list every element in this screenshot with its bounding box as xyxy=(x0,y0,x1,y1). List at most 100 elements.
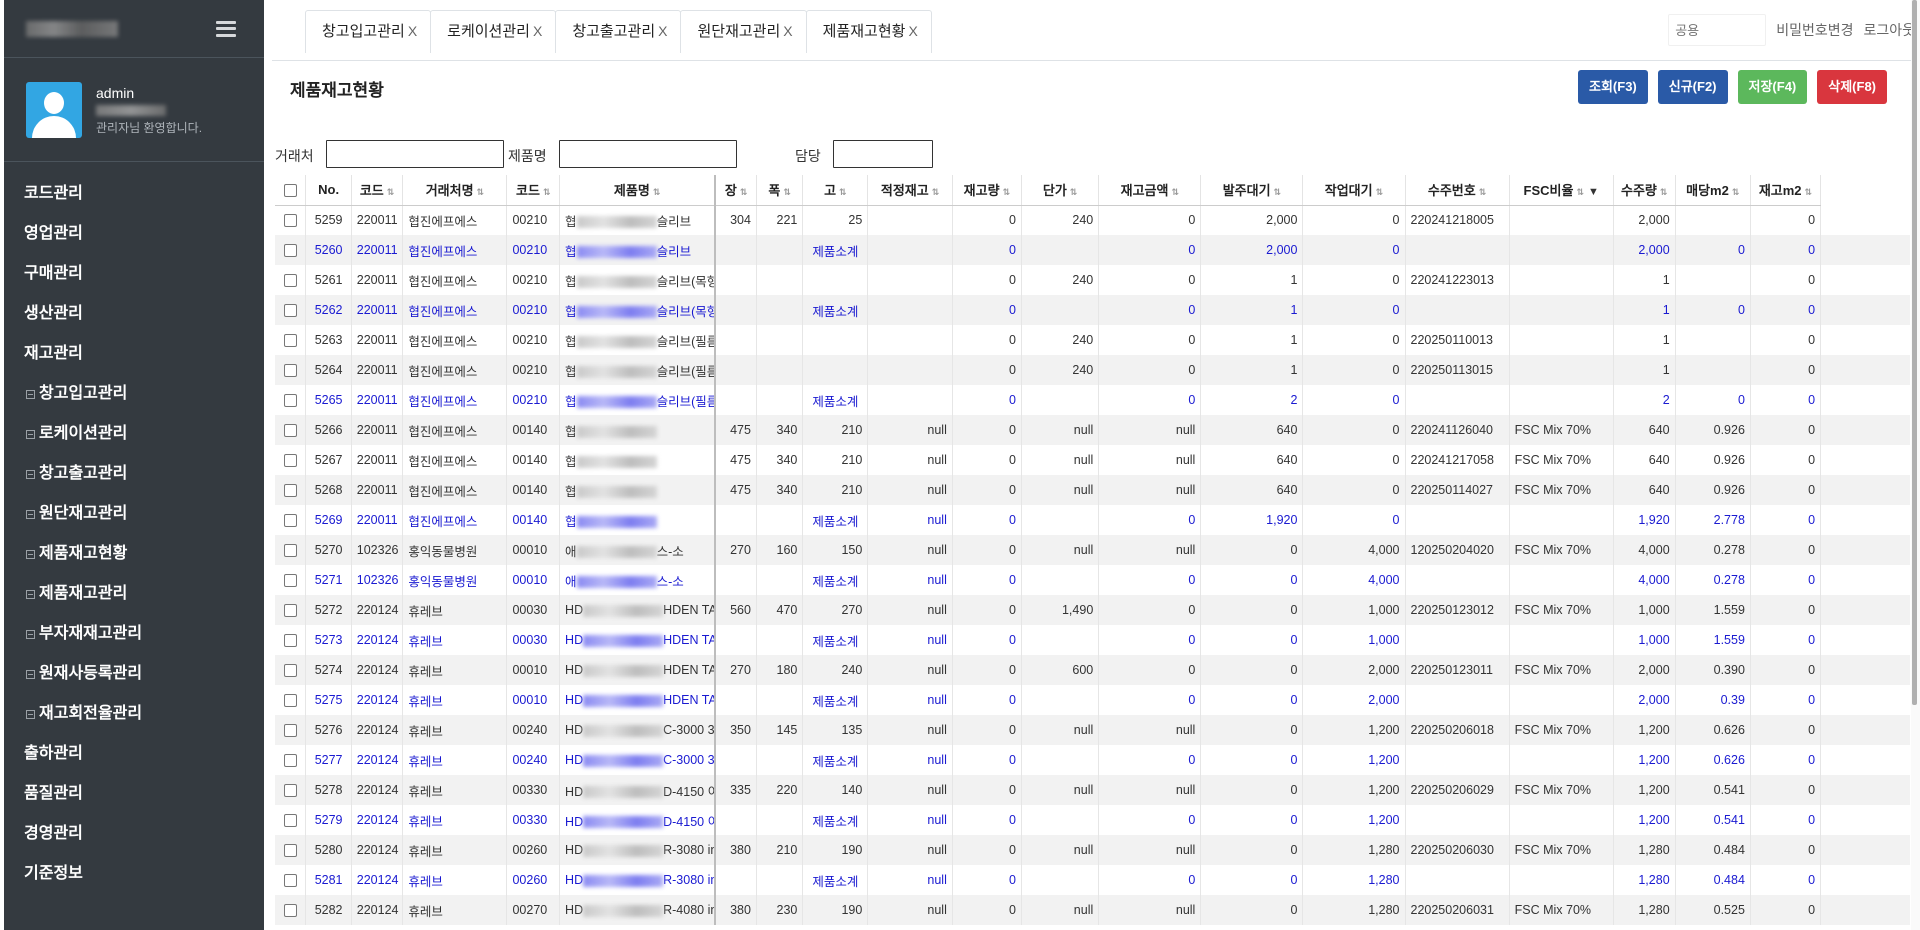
sort-icon[interactable]: ⇅ xyxy=(1274,187,1282,197)
row-checkbox[interactable] xyxy=(283,784,297,798)
tab-close-icon[interactable]: X xyxy=(408,23,417,39)
subtotal-row[interactable]: 5277 220124 휴레브 00240 HD C-3000 3 제품소계 null 0 0 0 1… xyxy=(275,745,1910,775)
sidebar-item-5[interactable]: 창고입고관리 xyxy=(4,374,264,414)
select-all-checkbox[interactable] xyxy=(283,184,297,198)
row-checkbox[interactable] xyxy=(283,304,297,318)
change-password-link[interactable]: 비밀번호변경 xyxy=(1776,20,1853,40)
subtotal-row[interactable]: 5265 220011 협진에프에스 00210 협 슬리브(필름 제품소계 0 0 2 0 2 0 0 xyxy=(275,385,1910,415)
row-checkbox[interactable] xyxy=(283,844,297,858)
subtotal-row[interactable]: 5262 220011 협진에프에스 00210 협 슬리브(목형 제품소계 0 0 1 0 1 0 0 xyxy=(275,295,1910,325)
table-row[interactable]: 5274 220124 휴레브 00010 HD HDEN TA 270 180 240 null… xyxy=(275,655,1910,685)
subtotal-row[interactable]: 5275 220124 휴레브 00010 HD HDEN TA 제품소계 null 0 0 0 2,… xyxy=(275,685,1910,715)
column-header-3[interactable]: 코드 ⇅ xyxy=(506,175,561,206)
column-header-14[interactable]: 수주번호 ⇅ xyxy=(1405,175,1510,206)
column-header-4[interactable]: 제품명 ⇅ xyxy=(559,175,717,206)
sidebar-item-10[interactable]: 제품재고관리 xyxy=(4,574,264,614)
sidebar-item-4[interactable]: 재고관리 xyxy=(4,334,264,374)
sidebar-item-15[interactable]: 품질관리 xyxy=(4,774,264,814)
table-row[interactable]: 5263 220011 협진에프에스 00210 협 슬리브(필름 0 240 0 1 0 22025… xyxy=(275,325,1910,355)
column-header-16[interactable]: 수주량 ⇅ xyxy=(1613,175,1676,206)
row-checkbox[interactable] xyxy=(283,514,297,528)
column-header-9[interactable]: 재고량 ⇅ xyxy=(952,175,1022,206)
column-header-17[interactable]: 매당m2 ⇅ xyxy=(1675,175,1751,206)
tab-close-icon[interactable]: X xyxy=(908,23,917,39)
column-header-6[interactable]: 폭 ⇅ xyxy=(756,175,804,206)
sidebar-item-1[interactable]: 영업관리 xyxy=(4,214,264,254)
column-header-1[interactable]: 코드 ⇅ xyxy=(351,175,404,206)
row-checkbox[interactable] xyxy=(283,214,297,228)
table-row[interactable]: 5261 220011 협진에프에스 00210 협 슬리브(목형 0 240 0 1 0 22024… xyxy=(275,265,1910,295)
column-header-7[interactable]: 고 ⇅ xyxy=(802,175,869,206)
sidebar-item-8[interactable]: 원단재고관리 xyxy=(4,494,264,534)
row-checkbox[interactable] xyxy=(283,394,297,408)
row-checkbox[interactable] xyxy=(283,604,297,618)
column-header-12[interactable]: 발주대기 ⇅ xyxy=(1200,175,1304,206)
sort-icon[interactable]: ⇅ xyxy=(1732,187,1740,197)
sidebar-item-0[interactable]: 코드관리 xyxy=(4,174,264,214)
sidebar-item-14[interactable]: 출하관리 xyxy=(4,734,264,774)
sidebar-item-13[interactable]: 재고회전율관리 xyxy=(4,694,264,734)
sidebar-item-2[interactable]: 구매관리 xyxy=(4,254,264,294)
sort-icon[interactable]: ⇅ xyxy=(1805,187,1813,197)
subtotal-row[interactable]: 5271 102326 홍익동물병원 00010 애 스-소 제품소계 null 0 0 0 4,00… xyxy=(275,565,1910,595)
sidebar-item-3[interactable]: 생산관리 xyxy=(4,294,264,334)
brand-logo[interactable] xyxy=(26,20,118,37)
sort-icon[interactable]: ⇅ xyxy=(839,187,847,197)
share-field[interactable] xyxy=(1668,14,1767,46)
sort-icon[interactable]: ⇅ xyxy=(1660,187,1668,197)
filter-icon[interactable]: ▼ xyxy=(1588,186,1599,198)
row-checkbox[interactable] xyxy=(283,454,297,468)
sidebar-item-12[interactable]: 원재사등록관리 xyxy=(4,654,264,694)
column-header-2[interactable]: 거래처명 ⇅ xyxy=(402,175,508,206)
sort-icon[interactable]: ⇅ xyxy=(653,187,661,197)
table-row[interactable]: 5272 220124 휴레브 00030 HD HDEN TA 560 470 270 null… xyxy=(275,595,1910,625)
row-checkbox[interactable] xyxy=(283,364,297,378)
sort-icon[interactable]: ⇅ xyxy=(1003,187,1011,197)
sort-icon[interactable]: ⇅ xyxy=(740,187,748,197)
sort-icon[interactable]: ⇅ xyxy=(1479,187,1487,197)
subtotal-row[interactable]: 5269 220011 협진에프에스 00140 협 제품소계 null 0 0 1,920 0 1,… xyxy=(275,505,1910,535)
table-row[interactable]: 5259 220011 협진에프에스 00210 협 슬리브 304 221 25 0 240 0 2,… xyxy=(275,205,1910,235)
sort-icon[interactable]: ⇅ xyxy=(1171,187,1179,197)
save-button[interactable]: 저장(F4) xyxy=(1737,70,1808,104)
row-checkbox[interactable] xyxy=(283,244,297,258)
row-checkbox[interactable] xyxy=(283,694,297,708)
column-header-15[interactable]: FSC비율 ⇅ ▼ xyxy=(1509,175,1614,206)
table-row[interactable]: 5280 220124 휴레브 00260 HD R-3080 in 380 210 190 nu… xyxy=(275,835,1910,865)
sidebar-item-9[interactable]: 제품재고현황 xyxy=(4,534,264,574)
row-checkbox[interactable] xyxy=(283,664,297,678)
row-checkbox[interactable] xyxy=(283,634,297,648)
row-checkbox[interactable] xyxy=(283,484,297,498)
tab-0[interactable]: 창고입고관리 X xyxy=(305,10,432,53)
page-scrollbar-thumb[interactable] xyxy=(1912,0,1917,705)
subtotal-row[interactable]: 5281 220124 휴레브 00260 HD R-3080 in 제품소계 null 0 0 0… xyxy=(275,865,1910,895)
column-header-5[interactable]: 장 ⇅ xyxy=(715,175,757,206)
sort-icon[interactable]: ⇅ xyxy=(543,187,551,197)
table-row[interactable]: 5266 220011 협진에프에스 00140 협 475 340 210 null 0 null… xyxy=(275,415,1910,445)
column-header-8[interactable]: 적정재고 ⇅ xyxy=(867,175,953,206)
column-header-11[interactable]: 재고금액 ⇅ xyxy=(1098,175,1202,206)
row-checkbox[interactable] xyxy=(283,814,297,828)
tab-3[interactable]: 원단재고관리 X xyxy=(680,10,807,53)
column-header-18[interactable]: 재고m2 ⇅ xyxy=(1750,175,1822,206)
sidebar-item-17[interactable]: 기준정보 xyxy=(4,854,264,894)
sort-icon[interactable]: ⇅ xyxy=(1576,187,1584,197)
row-checkbox[interactable] xyxy=(283,334,297,348)
sort-icon[interactable]: ⇅ xyxy=(1070,187,1078,197)
search-button[interactable]: 조회(F3) xyxy=(1578,70,1648,104)
row-checkbox[interactable] xyxy=(283,724,297,738)
subtotal-row[interactable]: 5279 220124 휴레브 00330 HD D-4150 이 제품소계 null 0 0 0 1… xyxy=(275,805,1910,835)
table-row[interactable]: 5278 220124 휴레브 00330 HD D-4150 이 335 220 140 nul… xyxy=(275,775,1910,805)
sidebar-item-16[interactable]: 경영관리 xyxy=(4,814,264,854)
tab-2[interactable]: 창고출고관리 X xyxy=(555,10,682,53)
delete-button[interactable]: 삭제(F8) xyxy=(1817,70,1887,104)
column-header-0[interactable]: No. xyxy=(305,175,352,206)
row-checkbox[interactable] xyxy=(283,274,297,288)
tab-close-icon[interactable]: X xyxy=(783,23,792,39)
sidebar-item-7[interactable]: 창고출고관리 xyxy=(4,454,264,494)
sort-icon[interactable]: ⇅ xyxy=(783,187,791,197)
subtotal-row[interactable]: 5273 220124 휴레브 00030 HD HDEN TA 제품소계 null 0 0 0 1,… xyxy=(275,625,1910,655)
table-row[interactable]: 5267 220011 협진에프에스 00140 협 475 340 210 null 0 null… xyxy=(275,445,1910,475)
row-checkbox[interactable] xyxy=(283,424,297,438)
tab-4[interactable]: 제품재고현황 X xyxy=(805,10,932,53)
